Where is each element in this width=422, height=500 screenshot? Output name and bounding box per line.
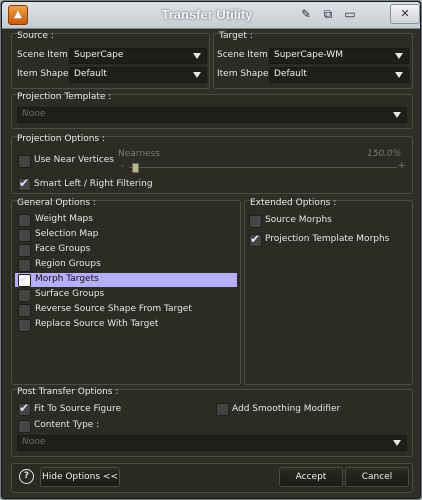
general-option-checkbox[interactable]: [18, 244, 31, 257]
help-icon[interactable]: ?: [19, 469, 34, 484]
target-item-shape-label: Item Shape :: [217, 69, 275, 79]
general-option-label: Surface Groups: [35, 289, 105, 299]
content-type-value: None: [22, 437, 46, 447]
general-option-label: Region Groups: [35, 259, 101, 269]
accept-button[interactable]: Accept: [279, 467, 343, 487]
target-item-shape-select[interactable]: Default: [269, 67, 409, 83]
add-smoothing-checkbox[interactable]: [216, 403, 229, 416]
projection-template-value: None: [22, 109, 46, 119]
source-scene-item-value: SuperCape: [74, 50, 124, 60]
extended-option-label: Source Morphs: [265, 215, 332, 225]
window-options-icon[interactable]: ⧉: [318, 5, 338, 23]
source-legend: Source :: [17, 31, 54, 41]
fit-to-source-checkbox[interactable]: [18, 401, 31, 416]
use-near-vertices-checkbox[interactable]: [18, 155, 31, 168]
extended-option-label: Projection Template Morphs: [265, 234, 390, 244]
window-title: Transfer Utility: [161, 7, 253, 22]
target-legend: Target :: [219, 31, 253, 41]
source-item-shape-select[interactable]: Default: [69, 67, 207, 83]
source-scene-item-label: Scene Item :: [17, 50, 74, 60]
source-item-shape-label: Item Shape :: [17, 69, 75, 79]
extended-options-panel: [244, 200, 413, 385]
general-option-label: Face Groups: [35, 244, 91, 254]
general-option-checkbox[interactable]: [18, 304, 31, 317]
general-option-label: Morph Targets: [35, 274, 99, 284]
general-option-checkbox[interactable]: [18, 259, 31, 272]
smart-filtering-checkbox[interactable]: [18, 176, 31, 191]
smart-filtering-label: Smart Left / Right Filtering: [34, 179, 153, 189]
general-option-label: Reverse Source Shape From Target: [35, 304, 192, 314]
pin-icon[interactable]: ✎: [296, 5, 316, 23]
general-option-label: Replace Source With Target: [35, 319, 159, 329]
chevron-down-icon: [393, 440, 401, 446]
extended-options-legend: Extended Options :: [250, 198, 337, 208]
tab-icon[interactable]: ▭: [340, 5, 360, 23]
chevron-down-icon: [395, 72, 403, 78]
chevron-down-icon: [193, 72, 201, 78]
target-item-shape-value: Default: [274, 69, 307, 79]
cancel-button[interactable]: Cancel: [345, 467, 409, 487]
nearness-minus: -: [121, 161, 125, 171]
general-option-checkbox[interactable]: [18, 229, 31, 242]
add-smoothing-label: Add Smoothing Modifier: [232, 404, 341, 414]
general-option-checkbox[interactable]: [18, 289, 31, 302]
nearness-slider-track[interactable]: [129, 167, 397, 168]
projection-template-legend: Projection Template :: [17, 92, 112, 102]
chevron-down-icon: [393, 112, 401, 118]
target-scene-item-select[interactable]: SuperCape-WM: [269, 48, 409, 64]
hide-options-button[interactable]: Hide Options <<: [40, 467, 120, 487]
target-scene-item-label: Scene Item :: [217, 50, 274, 60]
app-logo-icon: ▲: [8, 5, 28, 25]
content-type-select[interactable]: None: [17, 435, 407, 451]
use-near-vertices-label: Use Near Vertices: [34, 155, 114, 165]
general-option-label: Weight Maps: [35, 214, 93, 224]
nearness-label: Nearness: [118, 149, 160, 159]
target-scene-item-value: SuperCape-WM: [274, 50, 343, 60]
general-options-legend: General Options :: [17, 198, 96, 208]
general-option-checkbox[interactable]: [18, 319, 31, 332]
extended-option-checkbox[interactable]: [249, 232, 262, 247]
source-item-shape-value: Default: [74, 69, 107, 79]
content-type-checkbox[interactable]: [18, 420, 31, 433]
chevron-down-icon: [395, 53, 403, 59]
general-option-checkbox[interactable]: [18, 214, 31, 227]
chevron-down-icon: [193, 53, 201, 59]
general-option-checkbox[interactable]: [18, 272, 31, 287]
close-button[interactable]: ✕: [390, 4, 420, 24]
transfer-utility-window: ▲ Transfer Utility ✎ ⧉ ▭ ✕ Source : Scen…: [0, 0, 422, 500]
projection-template-select[interactable]: None: [17, 107, 407, 123]
nearness-slider-thumb[interactable]: [132, 163, 139, 173]
source-scene-item-select[interactable]: SuperCape: [69, 48, 207, 64]
post-transfer-legend: Post Transfer Options :: [17, 387, 119, 397]
nearness-value: 150.0%: [367, 149, 402, 159]
projection-options-legend: Projection Options :: [17, 134, 105, 144]
title-bar[interactable]: ▲ Transfer Utility ✎ ⧉ ▭ ✕: [2, 2, 420, 29]
content-type-label: Content Type :: [34, 420, 100, 430]
general-option-label: Selection Map: [35, 229, 99, 239]
extended-option-checkbox[interactable]: [249, 215, 262, 228]
fit-to-source-label: Fit To Source Figure: [34, 404, 121, 414]
nearness-plus: +: [398, 161, 406, 171]
